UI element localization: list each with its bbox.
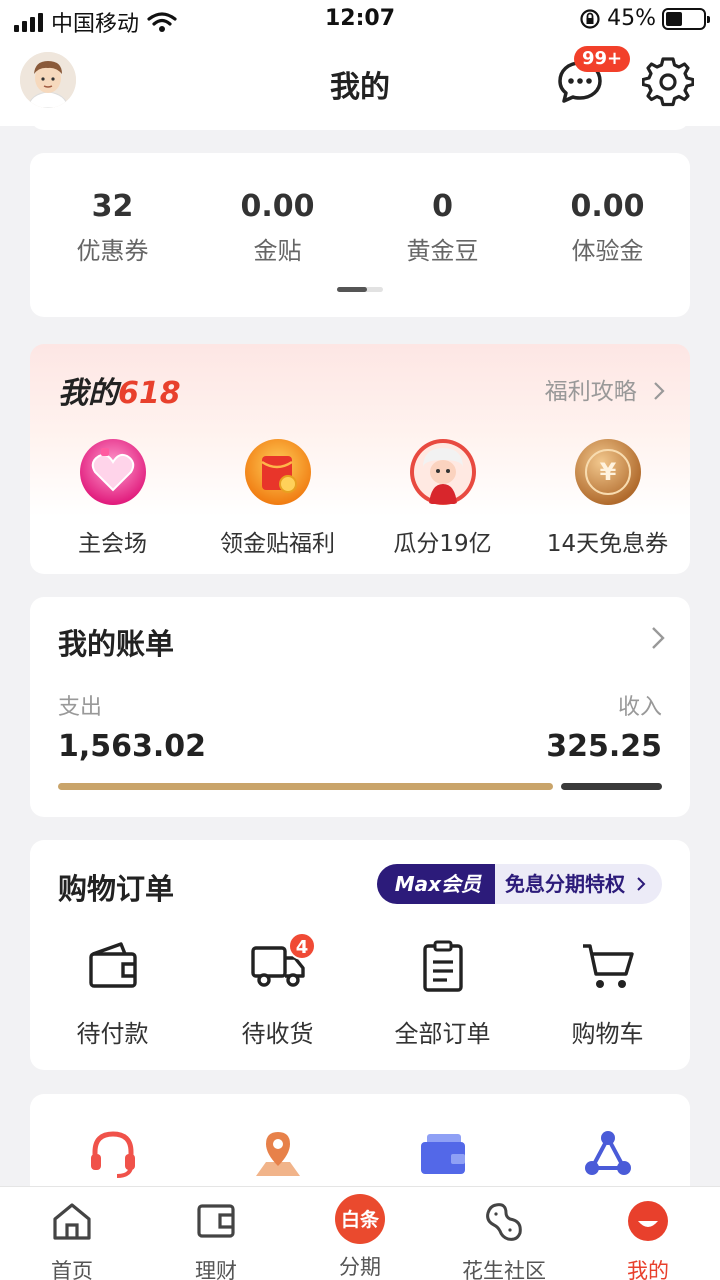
service-location[interactable]: [195, 1128, 360, 1184]
chevron-right-icon: [637, 877, 646, 891]
promo-item-label: 14天免息券: [546, 531, 669, 557]
promo-item-label: 领金贴福利: [220, 531, 335, 557]
promo-item-share-prize[interactable]: 瓜分19亿: [360, 438, 525, 558]
tab-label: 分期: [339, 1255, 381, 1279]
expense-amount: 1,563.02: [58, 729, 207, 764]
orders-title: 购物订单: [58, 872, 175, 906]
headset-icon: [90, 1131, 135, 1178]
status-right: 45%: [579, 6, 710, 31]
promo-title: 我的618: [58, 368, 181, 412]
service-customer-support[interactable]: [30, 1128, 195, 1184]
promo-item-gold-subsidy[interactable]: 领金贴福利: [195, 438, 360, 558]
chevron-right-icon: [654, 382, 665, 400]
asset-trial-fund[interactable]: 0.00 体验金: [525, 187, 690, 266]
chevron-right-icon[interactable]: [650, 625, 666, 651]
tab-label: 花生社区: [462, 1259, 546, 1280]
asset-label: 金贴: [253, 237, 302, 265]
tab-label: 理财: [195, 1259, 237, 1280]
wallet-icon: [88, 942, 137, 988]
welfare-guide-link[interactable]: 福利攻略: [545, 372, 666, 406]
previous-card-edge: [30, 110, 690, 130]
max-member-banner[interactable]: Max会员 免息分期特权: [376, 864, 662, 904]
order-shopping-cart[interactable]: 购物车: [525, 940, 690, 1049]
order-pending-receipt[interactable]: 待收货: [195, 940, 360, 1049]
income-label: 收入: [617, 695, 662, 720]
tab-label: 我的: [627, 1259, 669, 1280]
bill-card[interactable]: 我的账单 支出 收入 1,563.02 325.25: [30, 597, 690, 817]
share-network-icon: [584, 1131, 631, 1175]
pending-receipt-badge: 4: [288, 932, 316, 960]
asset-value: 0: [432, 189, 453, 224]
promo-item-label: 主会场: [78, 531, 147, 557]
promo-title-prefix: 我的: [58, 376, 118, 411]
asset-label: 黄金豆: [406, 237, 479, 265]
tab-finance[interactable]: 理财: [144, 1199, 288, 1280]
bottom-tab-bar: 首页 理财 白条 分期 花生社区 我的: [0, 1186, 720, 1280]
heart-gift-icon: [79, 439, 146, 505]
page-indicator: [337, 287, 383, 292]
message-badge: 99+: [574, 46, 631, 72]
max-member-badge: Max会员: [376, 864, 496, 904]
service-share[interactable]: [525, 1128, 690, 1184]
tab-label: 首页: [51, 1259, 93, 1280]
battery-percent: 45%: [607, 6, 656, 31]
order-all-orders[interactable]: 全部订单: [360, 940, 525, 1049]
asset-coupons[interactable]: 32 优惠券: [30, 187, 195, 266]
bill-title: 我的账单: [58, 627, 175, 661]
asset-label: 体验金: [571, 237, 644, 265]
promo-item-label: 瓜分19亿: [393, 531, 492, 557]
baitiao-icon: 白条: [335, 1194, 385, 1244]
promo-618-card: 我的618 福利攻略 主会场 领金贴福利 瓜分19亿 ¥ 14天免息券: [30, 344, 690, 574]
welfare-guide-label: 福利攻略: [544, 379, 637, 405]
order-item-label: 待收货: [241, 1020, 314, 1048]
peanut-icon: [486, 1203, 522, 1241]
promo-item-main-venue[interactable]: 主会场: [30, 438, 195, 558]
home-icon: [53, 1203, 91, 1240]
asset-value: 0.00: [240, 189, 315, 224]
tab-peanut-community[interactable]: 花生社区: [432, 1199, 576, 1280]
mascot-icon: [409, 439, 476, 505]
svg-text:白条: 白条: [341, 1208, 380, 1231]
order-item-label: 购物车: [571, 1020, 644, 1048]
wallet-icon: [197, 1204, 235, 1238]
asset-value: 0.00: [570, 189, 645, 224]
orders-card: 购物订单 Max会员 免息分期特权 待付款 待收货 4 全部订单 购物车: [30, 840, 690, 1070]
asset-label: 优惠券: [76, 237, 149, 265]
card-wallet-icon: [420, 1134, 465, 1174]
settings-gear-icon[interactable]: [642, 56, 694, 108]
rotation-lock-icon: [580, 8, 600, 29]
max-member-link: 免息分期特权: [495, 864, 662, 904]
max-member-link-label: 免息分期特权: [505, 872, 626, 896]
cart-icon: [582, 944, 634, 988]
service-card-wallet[interactable]: [360, 1128, 525, 1184]
income-amount: 325.25: [546, 729, 662, 764]
profile-icon: [628, 1201, 668, 1241]
status-bar: 中国移动 12:07 45%: [0, 0, 720, 40]
battery-icon: [662, 7, 710, 30]
income-bar: [561, 783, 662, 790]
asset-value: 32: [91, 189, 134, 224]
coin-coupon-icon: ¥: [574, 439, 641, 505]
expense-label: 支出: [58, 695, 103, 720]
svg-text:¥: ¥: [599, 458, 616, 486]
asset-gold-beans[interactable]: 0 黄金豆: [360, 187, 525, 266]
order-pending-payment[interactable]: 待付款: [30, 940, 195, 1049]
promo-item-interest-free[interactable]: ¥ 14天免息券: [525, 438, 690, 558]
order-item-label: 全部订单: [394, 1020, 491, 1048]
clipboard-icon: [422, 940, 463, 992]
location-pin-icon: [255, 1132, 300, 1176]
red-envelope-icon: [244, 439, 311, 505]
expense-bar: [58, 783, 553, 790]
promo-title-highlight: 618: [118, 376, 181, 411]
order-item-label: 待付款: [76, 1020, 149, 1048]
tab-home[interactable]: 首页: [0, 1199, 144, 1280]
asset-gold-subsidy[interactable]: 0.00 金贴: [195, 187, 360, 266]
tab-profile[interactable]: 我的: [576, 1199, 720, 1280]
tab-installment[interactable]: 白条 分期: [288, 1194, 432, 1280]
assets-card: 32 优惠券 0.00 金贴 0 黄金豆 0.00 体验金: [30, 153, 690, 317]
